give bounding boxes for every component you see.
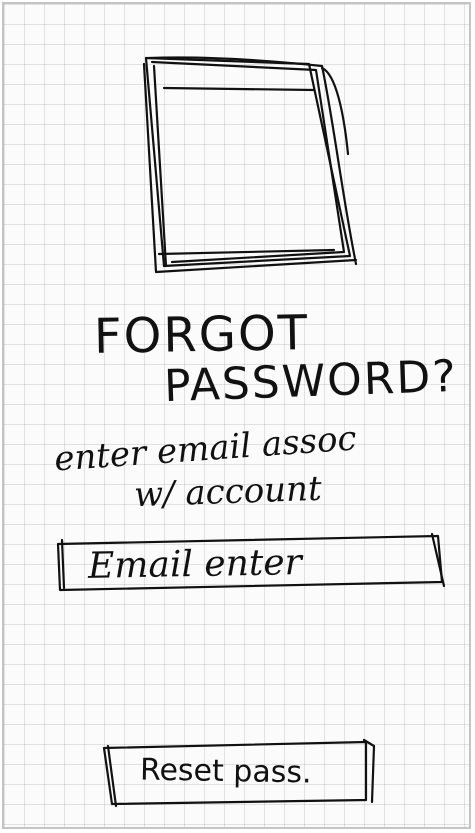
email-placeholder: Email enter: [87, 542, 303, 587]
instruction-line-2: w/ account: [133, 468, 323, 516]
title-line-1: FORGOT: [93, 305, 310, 365]
reset-password-button[interactable]: Reset pass.: [102, 744, 372, 802]
title-line-2: PASSWORD?: [163, 350, 459, 413]
logo-placeholder: [56, 56, 446, 808]
email-field[interactable]: Email enter: [56, 538, 440, 592]
image-placeholder-icon: [142, 56, 358, 274]
reset-button-label: Reset pass.: [139, 752, 312, 791]
sketch-frame: FORGOT PASSWORD? enter email assoc w/ ac…: [2, 2, 471, 829]
